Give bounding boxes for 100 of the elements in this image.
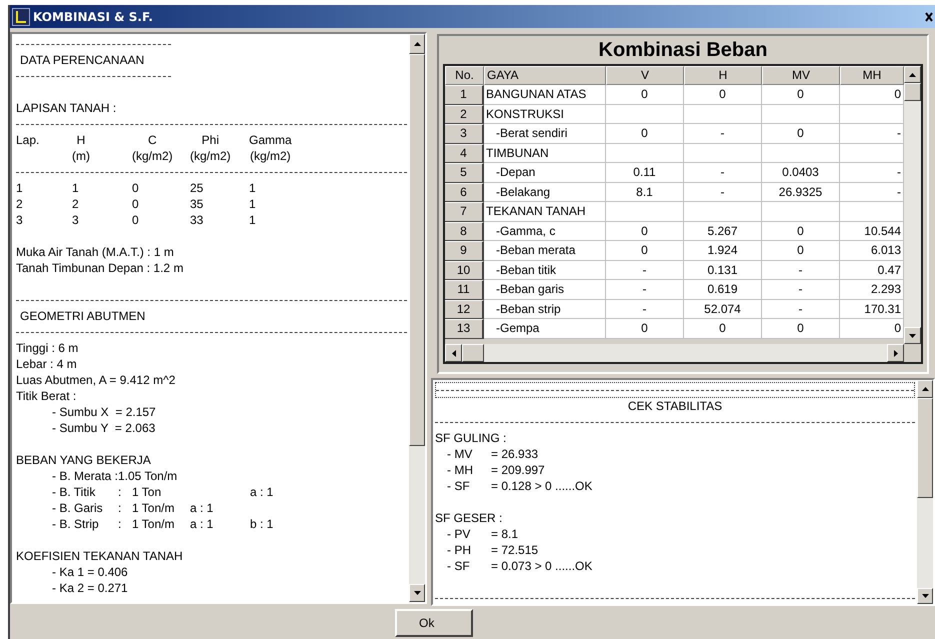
table-cell: 0 <box>762 319 840 338</box>
table-cell: 3 <box>72 212 79 228</box>
scroll-thumb[interactable] <box>462 344 484 362</box>
table-cell: 0 <box>606 124 684 144</box>
row-header: 1 <box>445 85 484 104</box>
scroll-thumb[interactable] <box>917 398 933 498</box>
load-label: - B. Titik <box>52 484 96 500</box>
scroll-right-button[interactable] <box>887 344 904 362</box>
load-position: b : 1 <box>250 516 274 532</box>
table-cell: 8.1 <box>606 182 684 202</box>
table-cell: 0 <box>762 124 840 144</box>
table-cell: 0.11 <box>606 163 684 182</box>
column-header: H <box>76 132 86 148</box>
down-arrow-icon <box>922 594 928 598</box>
scroll-down-button[interactable] <box>904 327 921 344</box>
value-text: = 0.073 > 0 ......OK <box>491 558 592 574</box>
column-unit: (kg/m2) <box>190 148 231 164</box>
load-label: - B. Strip <box>52 516 99 532</box>
table-cell: -Berat sendiri <box>484 124 606 144</box>
table-cell: 0 <box>684 85 762 104</box>
up-arrow-icon <box>922 387 928 391</box>
scroll-up-button[interactable] <box>409 34 425 54</box>
colon: : <box>118 516 122 532</box>
table-cell: 0 <box>762 85 840 104</box>
value-label: - SF <box>447 558 470 574</box>
table-cell: 0.0403 <box>762 163 840 182</box>
up-arrow-icon <box>414 42 420 46</box>
table-cell: 170.31 <box>840 300 904 319</box>
table-cell: 1 <box>16 180 23 196</box>
report-line: SF GULING : <box>435 431 506 445</box>
column-unit: (kg/m2) <box>250 148 291 164</box>
row-header: 7 <box>445 202 484 222</box>
table-cell: - <box>684 124 762 144</box>
report-line: - Sumbu X = 2.157 <box>52 405 156 419</box>
table-cell: 0.47 <box>840 260 904 280</box>
table-cell: - <box>684 163 762 182</box>
section-heading: DATA PERENCANAAN <box>20 53 144 67</box>
colon: : <box>118 500 122 516</box>
column-header: Gamma <box>249 132 292 148</box>
table-cell: -Belakang <box>484 182 606 202</box>
table-cell: 1.924 <box>684 241 762 260</box>
row-header: 12 <box>445 300 484 319</box>
column-header: Phi <box>202 132 219 148</box>
row-header: 13 <box>445 319 484 338</box>
load-label: - B. Merata : <box>52 468 118 484</box>
table-cell: -Beban garis <box>484 280 606 300</box>
load-position: a : 1 <box>250 484 274 500</box>
report-line: BEBAN YANG BEKERJA <box>16 453 151 467</box>
table-cell: 0 <box>606 319 684 338</box>
table-cell: 0 <box>684 319 762 338</box>
table-cell: - <box>840 163 904 182</box>
row-header: 9 <box>445 241 484 260</box>
value-label: - SF <box>447 478 470 494</box>
scroll-up-button[interactable] <box>917 380 933 398</box>
table-cell: 6.013 <box>840 241 904 260</box>
right-arrow-icon <box>894 350 898 356</box>
row-header: 3 <box>445 124 484 144</box>
scroll-down-button[interactable] <box>409 584 425 602</box>
table-cell: 2 <box>16 196 23 212</box>
close-icon[interactable] <box>925 12 933 22</box>
scroll-left-button[interactable] <box>445 344 462 362</box>
ok-button[interactable]: Ok <box>395 609 473 637</box>
table-cell: BANGUNAN ATAS <box>484 85 606 104</box>
table-cell: -Beban titik <box>484 260 606 280</box>
scroll-thumb[interactable] <box>904 83 921 101</box>
load-value: 1 Ton/m <box>132 516 174 532</box>
value-label: - MH <box>447 462 473 478</box>
table-cell: 0 <box>840 319 904 338</box>
row-header: 6 <box>445 182 484 202</box>
table-cell: 0 <box>840 85 904 104</box>
column-header: C <box>148 132 157 148</box>
column-header: MH <box>840 66 904 85</box>
table-cell: -Gamma, c <box>484 222 606 241</box>
row-header: 2 <box>445 104 484 124</box>
table-cell: 2 <box>72 196 79 212</box>
table-cell: 0 <box>762 222 840 241</box>
report-line: Luas Abutmen, A = 9.412 m^2 <box>16 373 176 387</box>
table-cell: 0.131 <box>684 260 762 280</box>
load-position: a : 1 <box>190 516 214 532</box>
value-label: - PV <box>447 526 470 542</box>
table-cell: - <box>606 300 684 319</box>
load-position: a : 1 <box>190 500 214 516</box>
table-cell: 0 <box>132 212 139 228</box>
scroll-down-button[interactable] <box>917 588 933 604</box>
value-text: = 0.128 > 0 ......OK <box>491 478 592 494</box>
value-text: = 26.933 <box>491 446 538 462</box>
row-header: 5 <box>445 163 484 182</box>
report-line: - Sumbu Y = 2.063 <box>52 421 156 435</box>
left-arrow-icon <box>452 350 456 356</box>
table-cell: -Depan <box>484 163 606 182</box>
table-cell: 1 <box>249 212 256 228</box>
table-cell: 3 <box>16 212 23 228</box>
table-cell: KONSTRUKSI <box>484 104 606 124</box>
table-cell: 0 <box>606 241 684 260</box>
scroll-thumb[interactable] <box>409 54 425 446</box>
row-header: 4 <box>445 144 484 163</box>
report-line: SF GESER : <box>435 511 502 525</box>
report-line: Tinggi : 6 m <box>16 341 78 355</box>
scroll-up-button[interactable] <box>904 66 921 83</box>
table-cell: 0 <box>606 222 684 241</box>
